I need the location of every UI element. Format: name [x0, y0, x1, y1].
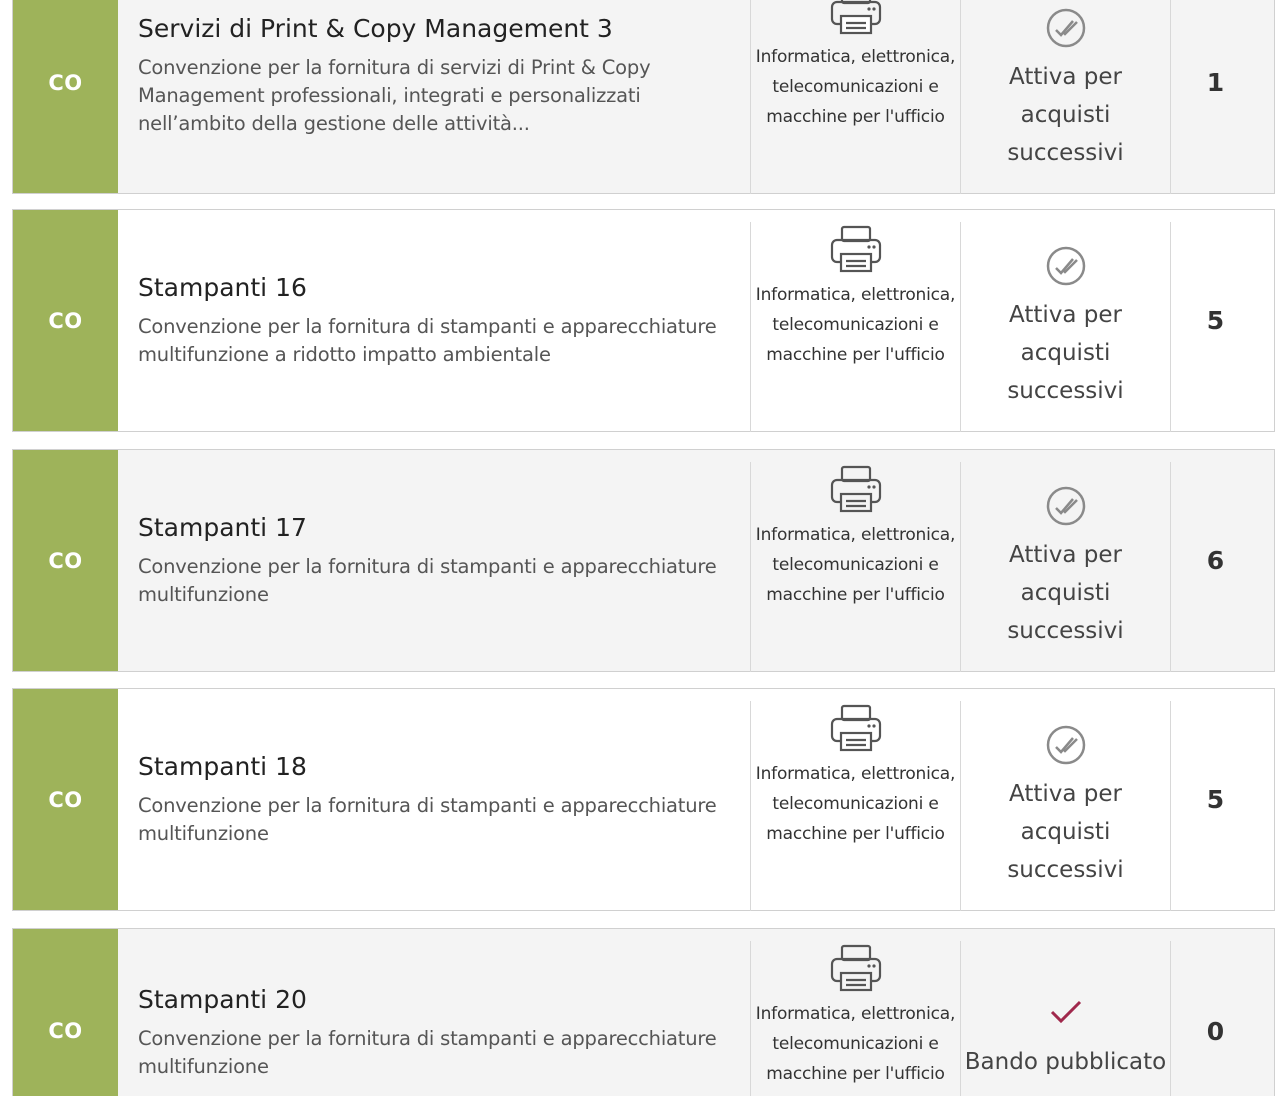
status-label: Attiva per acquisti successivi: [1007, 64, 1124, 166]
list-item[interactable]: CO Stampanti 18 Convenzione per la forni…: [12, 688, 1275, 911]
type-badge: CO: [13, 210, 118, 431]
item-description: Convenzione per la fornitura di stampant…: [138, 314, 717, 366]
status-label: Attiva per acquisti successivi: [1007, 302, 1124, 404]
printer-icon: [830, 465, 881, 513]
item-description: Convenzione per la fornitura di servizi …: [138, 56, 651, 135]
item-title[interactable]: Servizi di Print & Copy Management 3: [138, 14, 736, 44]
item-info: Stampanti 18 Convenzione per la fornitur…: [118, 689, 750, 910]
double-check-circle-icon: [1046, 486, 1085, 526]
item-description: Convenzione per la fornitura di stampant…: [138, 1027, 717, 1078]
status-label: Bando pubblicato: [964, 1049, 1167, 1075]
category-label: Informatica, elettronica, telecomunicazi…: [755, 1004, 956, 1084]
status-cell: Attiva per acquisti successivi: [961, 222, 1171, 432]
category-label: Informatica, elettronica, telecomunicazi…: [755, 285, 956, 365]
item-title[interactable]: Stampanti 16: [138, 273, 736, 303]
status-cell: Bando pubblicato: [961, 941, 1171, 1096]
item-count: 5: [1206, 306, 1225, 335]
category-cell: Informatica, elettronica, telecomunicazi…: [750, 701, 961, 911]
list-item[interactable]: CO Stampanti 20 Convenzione per la forni…: [12, 928, 1275, 1096]
status-cell: Attiva per acquisti successivi: [961, 701, 1171, 911]
category-cell: Informatica, elettronica, telecomunicazi…: [750, 462, 961, 672]
status-cell: Attiva per acquisti successivi: [961, 0, 1171, 194]
item-title[interactable]: Stampanti 17: [138, 513, 736, 543]
item-count: 5: [1206, 785, 1225, 814]
item-info: Stampanti 16 Convenzione per la fornitur…: [118, 210, 750, 431]
category-label: Informatica, elettronica, telecomunicazi…: [755, 764, 956, 844]
status-label: Attiva per acquisti successivi: [1007, 542, 1124, 644]
type-badge: CO: [13, 689, 118, 910]
category-cell: Informatica, elettronica, telecomunicazi…: [750, 941, 961, 1096]
printer-icon: [830, 704, 881, 752]
item-count: 6: [1206, 546, 1225, 575]
check-mark-icon: [1050, 1000, 1081, 1024]
double-check-circle-icon: [1046, 246, 1085, 286]
item-title[interactable]: Stampanti 18: [138, 752, 736, 782]
item-info: Stampanti 20 Convenzione per la fornitur…: [118, 929, 750, 1096]
item-count: 0: [1206, 1017, 1225, 1046]
printer-icon: [830, 944, 881, 992]
status-label: Attiva per acquisti successivi: [1007, 781, 1124, 883]
category-label: Informatica, elettronica, telecomunicazi…: [755, 525, 956, 605]
list-item[interactable]: CO Stampanti 17 Convenzione per la forni…: [12, 449, 1275, 672]
double-check-circle-icon: [1046, 725, 1085, 765]
type-badge: CO: [13, 450, 118, 671]
list-item[interactable]: CO Stampanti 16 Convenzione per la forni…: [12, 209, 1275, 432]
item-description: Convenzione per la fornitura di stampant…: [138, 554, 717, 606]
category-cell: Informatica, elettronica, telecomunicazi…: [750, 0, 961, 194]
convenzioni-list: CO Servizi di Print & Copy Management 3 …: [0, 0, 1276, 1096]
list-item[interactable]: CO Servizi di Print & Copy Management 3 …: [12, 0, 1275, 194]
type-badge: CO: [13, 929, 118, 1096]
item-description: Convenzione per la fornitura di stampant…: [138, 793, 717, 845]
status-cell: Attiva per acquisti successivi: [961, 462, 1171, 672]
item-title[interactable]: Stampanti 20: [138, 985, 736, 1015]
item-info: Servizi di Print & Copy Management 3 Con…: [118, 0, 750, 193]
type-badge: CO: [13, 0, 118, 193]
category-label: Informatica, elettronica, telecomunicazi…: [755, 47, 956, 127]
printer-icon: [830, 225, 881, 273]
item-count: 1: [1206, 68, 1225, 97]
category-cell: Informatica, elettronica, telecomunicazi…: [750, 222, 961, 432]
printer-icon: [830, 0, 881, 35]
double-check-circle-icon: [1046, 8, 1085, 48]
item-info: Stampanti 17 Convenzione per la fornitur…: [118, 450, 750, 671]
